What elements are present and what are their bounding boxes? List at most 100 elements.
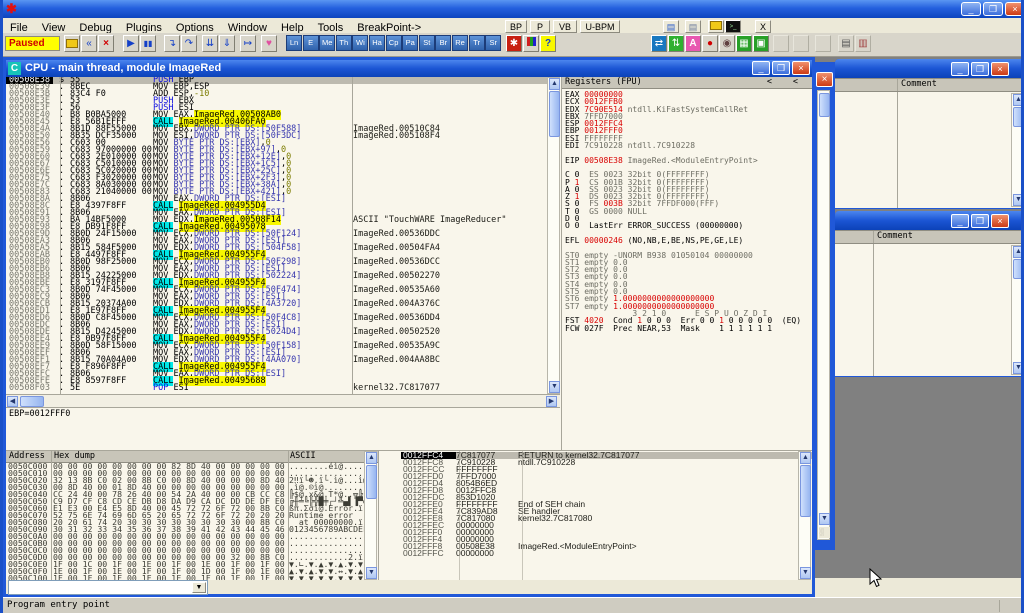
scroll-thumb[interactable] (549, 91, 560, 137)
view-button-tr[interactable]: Tr (469, 35, 485, 51)
restart-icon[interactable]: « (81, 35, 97, 52)
disasm-row[interactable]: 00508E3E.53PUSH EBX (6, 98, 547, 105)
disassembly-pane[interactable]: 00508E38$55PUSH EBP00508E39.8BECMOV EBP,… (6, 77, 547, 394)
register-row[interactable]: O 0 LastErr ERROR_SUCCESS (00000000) (565, 222, 812, 229)
comment-window-1-titlebar[interactable]: _ ❐ × (835, 59, 1024, 78)
register-row[interactable]: FCW 027F Prec NEAR,53 Mask 1 1 1 1 1 1 (565, 325, 812, 332)
screen-icon[interactable]: ▣ (753, 35, 769, 52)
stack-vscrollbar[interactable]: ▲ ▼ (798, 451, 811, 580)
scroll-right-icon[interactable]: ▶ (546, 396, 557, 407)
trace-over-icon[interactable]: ⇓ (219, 35, 235, 52)
comment-window-2-content[interactable]: ▲ ▼ (835, 244, 1024, 376)
scroll-thumb[interactable] (366, 465, 377, 499)
view-button-me[interactable]: Me (319, 35, 335, 51)
fragment-close-icon[interactable]: × (816, 72, 833, 87)
scroll-down-icon[interactable]: ▼ (1013, 362, 1024, 374)
step-into-icon[interactable]: ↴ (164, 35, 180, 52)
scroll-left-icon[interactable]: ◀ (7, 396, 18, 407)
resize-grip[interactable]: ░ (819, 527, 830, 538)
scroll-up-icon[interactable]: ▲ (366, 452, 377, 464)
registers-pager-right-icon[interactable]: < (793, 77, 798, 87)
comment-window-1-content[interactable]: ▲ ▼ (835, 92, 1024, 208)
bp-button[interactable]: BP (505, 20, 527, 33)
register-row[interactable]: EDI 7C910228 ntdll.7C910228 (565, 142, 812, 149)
dump-vscrollbar[interactable]: ▲ ▼ (364, 451, 377, 580)
stack-row[interactable]: 0012FFFC00000000 (401, 550, 812, 557)
record-icon[interactable]: ● (702, 35, 718, 52)
cpu-restore-button[interactable]: ❐ (772, 61, 790, 75)
close-button[interactable]: × (991, 214, 1009, 228)
comment-column-header[interactable]: Comment (877, 231, 913, 242)
dump-pane[interactable]: Address Hex dump ASCII 0050C00000 00 00 … (6, 450, 378, 580)
ascii-a-icon[interactable]: A (685, 35, 701, 52)
view-button-sr[interactable]: Sr (485, 35, 501, 51)
disasm-row[interactable]: 00508EFE.E8 8597F8FFCALL ImageRed.004956… (6, 378, 547, 385)
minimize-button[interactable]: _ (961, 2, 981, 16)
run-icon[interactable]: ▶ (123, 35, 139, 52)
spiral-icon[interactable]: ◉ (719, 35, 735, 52)
go-to-address-icon[interactable]: ♥ (261, 35, 277, 52)
scroll-down-icon[interactable]: ▼ (800, 567, 811, 579)
disasm-row[interactable]: 00508E3B.83C4 F0ADD ESP,-10 (6, 91, 547, 98)
title-bar[interactable]: ✱ _ ❐ × (3, 0, 1024, 18)
registers-pager-left-icon[interactable]: < (767, 77, 772, 87)
scroll-up-icon[interactable]: ▲ (1013, 246, 1024, 258)
register-row[interactable]: T 0 GS 0000 NULL (565, 208, 812, 215)
scroll-down-icon[interactable]: ▼ (549, 381, 560, 393)
view-button-wi[interactable]: Wi (352, 35, 368, 51)
disasm-hscrollbar[interactable]: ◀ ▶ (6, 394, 560, 407)
disasm-row[interactable]: 00508F03.5EPOP ESIkernel32.7C817077 (6, 385, 547, 392)
view-button-e[interactable]: E (303, 35, 319, 51)
cpu-close-button[interactable]: × (792, 61, 810, 75)
view-button-pa[interactable]: Pa (402, 35, 418, 51)
help-icon[interactable]: ? (540, 35, 556, 52)
document-icon[interactable]: ▤ (685, 20, 701, 33)
folder-icon[interactable] (708, 20, 724, 33)
menu-close-button[interactable]: X (755, 20, 771, 33)
scroll-up-icon[interactable]: ▲ (1013, 94, 1024, 106)
updown-arrows-icon[interactable]: ⇅ (668, 35, 684, 52)
fragment-vscrollbar[interactable]: ▼ ░ (817, 90, 830, 540)
toolbar-empty-button-2[interactable] (793, 35, 809, 52)
cpu-title-bar[interactable]: C CPU - main thread, module ImageRed _ ❐… (6, 60, 812, 77)
close-process-icon[interactable]: × (98, 35, 114, 52)
scroll-down-icon[interactable]: ▼ (366, 567, 377, 579)
view-button-st[interactable]: St (419, 35, 435, 51)
open-file-icon[interactable] (64, 35, 80, 52)
step-over-icon[interactable]: ↷ (181, 35, 197, 52)
pause-icon[interactable]: ▮▮ (140, 35, 156, 52)
window-layout-icon-1[interactable]: ▤ (838, 35, 854, 52)
hscroll-thumb[interactable] (20, 396, 44, 407)
comment-window-2-titlebar[interactable]: _ ❐ × (835, 211, 1024, 230)
swap-arrows-icon[interactable]: ⇄ (651, 35, 667, 52)
restore-button[interactable]: ❐ (983, 2, 1003, 16)
scroll-up-icon[interactable]: ▲ (549, 78, 560, 90)
view-button-br[interactable]: Br (435, 35, 451, 51)
comment-column-header[interactable]: Comment (901, 79, 937, 90)
view-button-th[interactable]: Th (336, 35, 352, 51)
maximize-button[interactable]: ❐ (971, 62, 989, 76)
p-button[interactable]: P (530, 20, 550, 33)
scroll-down-icon[interactable]: ▼ (819, 513, 830, 525)
minimize-button[interactable]: _ (951, 214, 969, 228)
register-row[interactable]: EFL 00000246 (NO,NB,E,BE,NS,PE,GE,LE) (565, 237, 812, 244)
cpu-minimize-button[interactable]: _ (752, 61, 770, 75)
scroll-thumb[interactable] (1013, 259, 1024, 279)
vb-button[interactable]: VB (553, 20, 577, 33)
minimize-button[interactable]: _ (951, 62, 969, 76)
registers-pane[interactable]: Registers (FPU) < < EAX 00000000ECX 0012… (561, 77, 812, 450)
view-button-re[interactable]: Re (452, 35, 468, 51)
appearance-colors-icon[interactable] (523, 35, 539, 52)
console-icon[interactable]: >_ (725, 20, 741, 33)
u-bpm-button[interactable]: U-BPM (580, 20, 620, 33)
close-button[interactable]: × (991, 62, 1009, 76)
chevron-down-icon[interactable]: ▼ (192, 582, 206, 593)
toolbar-empty-button-3[interactable] (815, 35, 831, 52)
scroll-thumb[interactable] (1013, 107, 1024, 127)
maximize-button[interactable]: ❐ (971, 214, 989, 228)
scroll-thumb[interactable] (800, 465, 811, 517)
view-button-cp[interactable]: Cp (386, 35, 402, 51)
options-gear-icon[interactable]: ✱ (506, 35, 522, 52)
disasm-vscrollbar[interactable]: ▲ ▼ (547, 77, 560, 394)
scroll-down-icon[interactable]: ▼ (1013, 194, 1024, 206)
